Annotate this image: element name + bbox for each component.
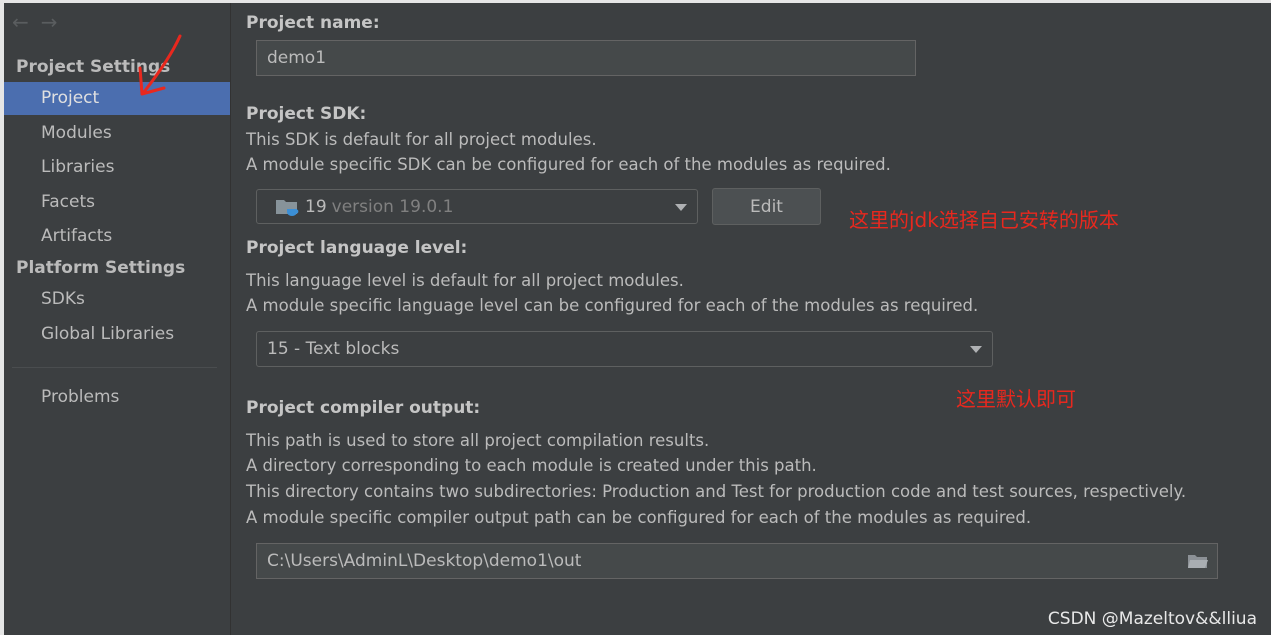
project-name-label: Project name: (246, 13, 380, 33)
sidebar-item-label: Project (41, 88, 100, 108)
sidebar-divider (12, 367, 217, 368)
platform-settings-title: Platform Settings (16, 258, 186, 278)
project-sdk-label: Project SDK: (246, 104, 367, 124)
chevron-down-icon (675, 203, 687, 211)
project-name-input[interactable]: demo1 (256, 40, 916, 76)
red-arrow-annotation-icon (138, 34, 182, 96)
compiler-output-path-value: C:\Users\AdminL\Desktop\demo1\out (267, 551, 582, 571)
compiler-description-1: This path is used to store all project c… (246, 431, 710, 450)
arrow-left-icon[interactable]: ← (12, 12, 29, 32)
sidebar-item-label: Facets (41, 192, 95, 212)
compiler-output-label: Project compiler output: (246, 398, 481, 418)
sidebar-item-problems[interactable]: Problems (4, 381, 230, 414)
sdk-folder-icon (276, 199, 299, 216)
language-description-1: This language level is default for all p… (246, 271, 684, 290)
settings-sidebar: ← → Project Settings Project Modules Lib… (4, 3, 231, 635)
sdk-description-1: This SDK is default for all project modu… (246, 130, 597, 149)
language-annotation: 这里默认即可 (956, 387, 1076, 411)
edit-sdk-button[interactable]: Edit (712, 188, 821, 225)
sidebar-item-label: Libraries (41, 157, 115, 177)
sdk-selected-name: 19 (305, 196, 327, 217)
sidebar-item-modules[interactable]: Modules (4, 117, 230, 150)
sidebar-item-sdks[interactable]: SDKs (4, 283, 230, 316)
arrow-right-icon[interactable]: → (41, 12, 58, 32)
chevron-down-icon (970, 346, 982, 353)
sidebar-item-libraries[interactable]: Libraries (4, 151, 230, 184)
compiler-description-3: This directory contains two subdirectori… (246, 482, 1187, 501)
project-name-value: demo1 (267, 48, 327, 68)
sidebar-item-project[interactable]: Project (4, 82, 230, 115)
language-description-2: A module specific language level can be … (246, 296, 979, 315)
sidebar-item-label: SDKs (41, 289, 85, 309)
history-nav: ← → (12, 12, 58, 32)
project-settings-panel: Project name: demo1 Project SDK: This SD… (231, 3, 1271, 635)
sidebar-item-artifacts[interactable]: Artifacts (4, 220, 230, 253)
browse-folder-icon[interactable] (1187, 553, 1209, 570)
csdn-watermark: CSDN @Mazeltov&&lliua (1047, 609, 1257, 629)
language-level-select[interactable]: 15 - Text blocks (256, 331, 993, 367)
sidebar-item-facets[interactable]: Facets (4, 186, 230, 219)
sidebar-item-label: Problems (41, 387, 120, 407)
compiler-description-2: A directory corresponding to each module… (246, 456, 817, 475)
language-level-value: 15 - Text blocks (267, 339, 400, 359)
sdk-description-2: A module specific SDK can be configured … (246, 155, 891, 174)
compiler-output-path-input[interactable]: C:\Users\AdminL\Desktop\demo1\out (256, 543, 1218, 579)
sidebar-item-global-libraries[interactable]: Global Libraries (4, 318, 230, 351)
sidebar-item-label: Artifacts (41, 226, 113, 246)
sidebar-item-label: Modules (41, 123, 112, 143)
compiler-description-4: A module specific compiler output path c… (246, 508, 1032, 527)
sdk-select[interactable]: 19 version 19.0.1 (256, 189, 698, 224)
language-level-label: Project language level: (246, 238, 468, 258)
sdk-annotation: 这里的jdk选择自己安转的版本 (849, 208, 1119, 232)
sdk-selected-version: version 19.0.1 (331, 196, 454, 217)
sidebar-item-label: Global Libraries (41, 324, 175, 344)
